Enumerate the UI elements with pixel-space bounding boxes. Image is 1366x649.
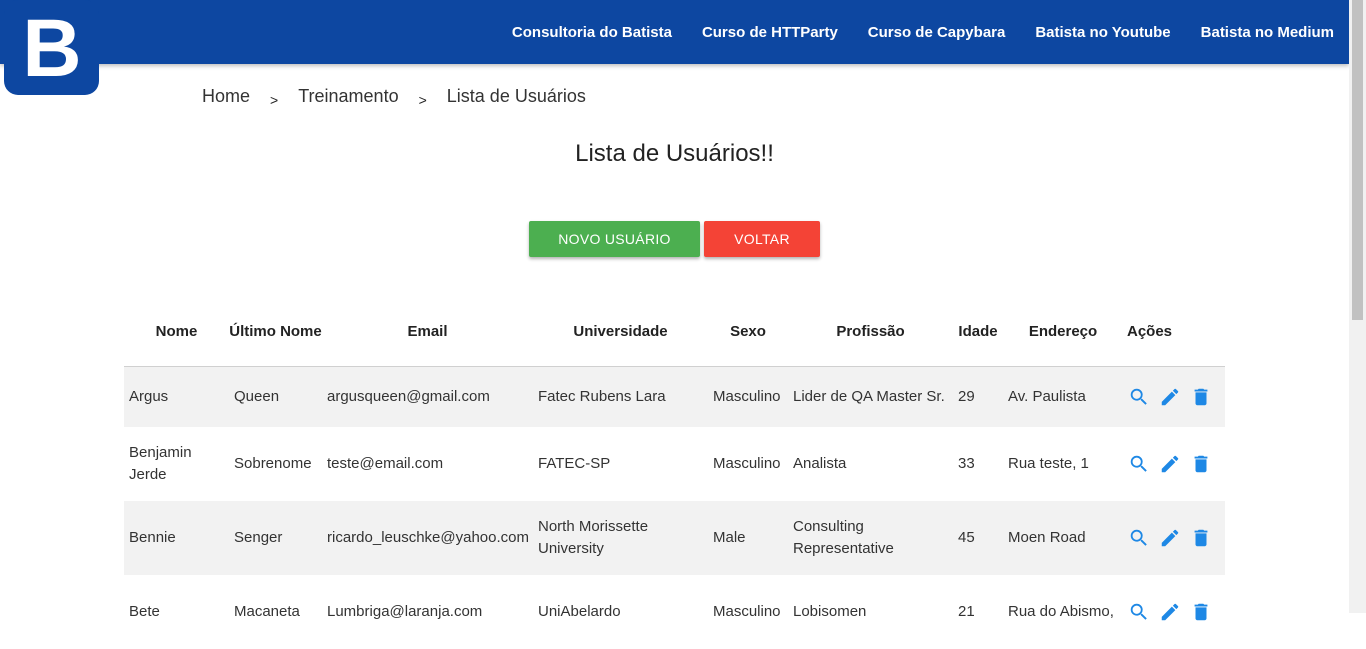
cell-profissao: Consulting Representative: [793, 517, 894, 557]
cell-universidade: UniAbelardo: [538, 602, 621, 620]
search-icon[interactable]: [1128, 453, 1150, 475]
cell-profissao: Lider de QA Master Sr.: [793, 387, 945, 405]
cell-sexo: Male: [713, 528, 746, 546]
table-header-row: Nome Último Nome Email Universidade Sexo…: [124, 296, 1225, 367]
pencil-icon[interactable]: [1159, 453, 1181, 475]
cell-nome: Bete: [129, 602, 160, 620]
cell-idade: 29: [958, 387, 975, 405]
cell-sexo: Masculino: [713, 387, 781, 405]
cell-universidade: Fatec Rubens Lara: [538, 387, 666, 405]
breadcrumb-home[interactable]: Home: [202, 86, 250, 107]
cell-ultimo-nome: Macaneta: [234, 602, 300, 620]
cell-idade: 45: [958, 528, 975, 546]
breadcrumb-treinamento[interactable]: Treinamento: [298, 86, 398, 107]
svg-text:B: B: [22, 3, 81, 94]
breadcrumb-separator-icon: >: [270, 91, 279, 108]
column-header-nome: Nome: [124, 296, 229, 367]
column-header-universidade: Universidade: [533, 296, 708, 367]
column-header-idade: Idade: [953, 296, 1003, 367]
pencil-icon[interactable]: [1159, 601, 1181, 623]
search-icon[interactable]: [1128, 601, 1150, 623]
logo-b-mark: B: [22, 3, 81, 94]
cell-sexo: Masculino: [713, 602, 781, 620]
cell-email: Lumbriga@laranja.com: [327, 602, 483, 620]
trash-icon[interactable]: [1190, 601, 1212, 623]
cell-universidade: FATEC-SP: [538, 454, 611, 472]
search-icon[interactable]: [1128, 386, 1150, 408]
table-row: Bete Macaneta Lumbriga@laranja.com UniAb…: [124, 575, 1225, 649]
page-scrollbar[interactable]: [1349, 0, 1366, 613]
nav-link-youtube[interactable]: Batista no Youtube: [1035, 24, 1170, 41]
cell-actions: [1123, 575, 1225, 649]
scrollbar-thumb[interactable]: [1352, 0, 1363, 320]
trash-icon[interactable]: [1190, 453, 1212, 475]
nav-link-capybara[interactable]: Curso de Capybara: [868, 24, 1006, 41]
cell-idade: 21: [958, 602, 975, 620]
cell-profissao: Lobisomen: [793, 602, 867, 620]
cell-endereco: Rua do Abismo,: [1008, 602, 1114, 620]
column-header-profissao: Profissão: [788, 296, 953, 367]
cell-actions: [1123, 367, 1225, 427]
cell-email: teste@email.com: [327, 454, 444, 472]
table-row: Bennie Senger ricardo_leuschke@yahoo.com…: [124, 500, 1225, 575]
new-user-button[interactable]: NOVO USUÁRIO: [529, 221, 700, 257]
cell-nome: Benjamin Jerde: [129, 443, 192, 483]
cell-nome: Argus: [129, 387, 169, 405]
cell-ultimo-nome: Queen: [234, 387, 280, 405]
top-navbar: Consultoria do Batista Curso de HTTParty…: [0, 0, 1349, 64]
cell-endereco: Moen Road: [1008, 528, 1086, 546]
breadcrumb-separator-icon: >: [418, 91, 427, 108]
pencil-icon[interactable]: [1159, 386, 1181, 408]
cell-ultimo-nome: Sobrenome: [234, 454, 312, 472]
cell-email: argusqueen@gmail.com: [327, 387, 490, 405]
cell-actions: [1123, 501, 1225, 575]
cell-endereco: Rua teste, 1: [1008, 454, 1089, 472]
breadcrumb-current[interactable]: Lista de Usuários: [447, 86, 586, 107]
nav-link-httparty[interactable]: Curso de HTTParty: [702, 24, 838, 41]
nav-link-medium[interactable]: Batista no Medium: [1201, 24, 1334, 41]
nav-link-consultoria[interactable]: Consultoria do Batista: [512, 24, 672, 41]
column-header-email: Email: [322, 296, 533, 367]
back-button[interactable]: VOLTAR: [704, 221, 820, 257]
column-header-acoes: Ações: [1123, 296, 1225, 367]
page-title: Lista de Usuários!!: [575, 140, 774, 167]
table-row: Benjamin Jerde Sobrenome teste@email.com…: [124, 427, 1225, 501]
cell-actions: [1123, 427, 1225, 501]
cell-email: ricardo_leuschke@yahoo.com: [327, 528, 529, 546]
trash-icon[interactable]: [1190, 386, 1212, 408]
column-header-sexo: Sexo: [708, 296, 788, 367]
pencil-icon[interactable]: [1159, 527, 1181, 549]
column-header-ultimo-nome: Último Nome: [229, 296, 322, 367]
users-table: Nome Último Nome Email Universidade Sexo…: [124, 296, 1225, 649]
cell-nome: Bennie: [129, 528, 176, 546]
cell-sexo: Masculino: [713, 454, 781, 472]
cell-universidade: North Morissette University: [538, 517, 649, 557]
table-row: Argus Queen argusqueen@gmail.com Fatec R…: [124, 366, 1225, 427]
cell-endereco: Av. Paulista: [1008, 387, 1086, 405]
breadcrumb: Home > Treinamento > Lista de Usuários: [202, 86, 586, 108]
logo[interactable]: B: [4, 0, 99, 95]
column-header-endereco: Endereço: [1003, 296, 1123, 367]
search-icon[interactable]: [1128, 527, 1150, 549]
trash-icon[interactable]: [1190, 527, 1212, 549]
cell-idade: 33: [958, 454, 975, 472]
cell-ultimo-nome: Senger: [234, 528, 283, 546]
cell-profissao: Analista: [793, 454, 847, 472]
top-nav-links: Consultoria do Batista Curso de HTTParty…: [482, 0, 1334, 64]
